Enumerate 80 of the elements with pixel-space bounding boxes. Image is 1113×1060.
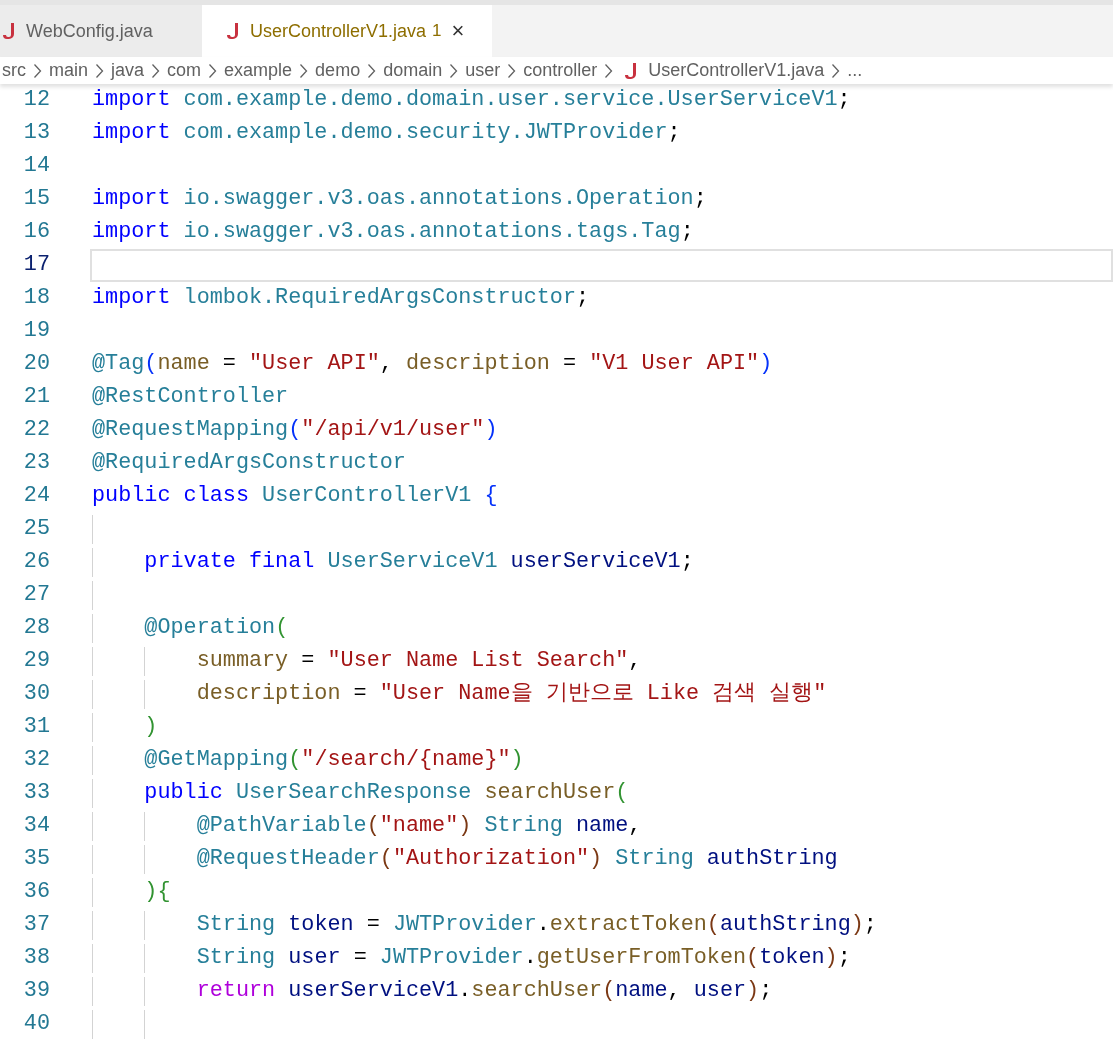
line-number: 33 — [22, 779, 50, 808]
code-line: @RestController — [92, 383, 289, 412]
line-number: 20 — [22, 350, 50, 379]
line-number: 16 — [22, 218, 50, 247]
chevron-right-icon — [604, 62, 614, 79]
java-file-icon — [624, 61, 639, 80]
code-line: ){ — [143, 878, 171, 907]
line-number: 15 — [22, 185, 50, 214]
code-line: @GetMapping("/search/{name}") — [143, 746, 524, 775]
line-number: 31 — [22, 713, 50, 742]
breadcrumb-item[interactable]: domain — [383, 57, 443, 84]
code-line: @Tag(name = "User API", description = "V1 User API") — [92, 350, 773, 379]
breadcrumb-item[interactable]: src — [2, 57, 26, 84]
line-number: 14 — [22, 152, 50, 181]
code-line: @Operation( — [143, 614, 289, 643]
chevron-right-icon — [299, 62, 309, 79]
line-number: 36 — [22, 878, 50, 907]
breadcrumb-item[interactable]: ... — [847, 57, 863, 84]
line-number: 17 — [22, 251, 50, 280]
code-line: import com.example.demo.security.JWTProvider; — [92, 119, 681, 148]
close-button[interactable]: × — [451, 20, 465, 42]
line-number: 30 — [22, 680, 50, 709]
line-number: 38 — [22, 944, 50, 973]
code-line: return userServiceV1.searchUser(name, user); — [195, 977, 773, 1006]
breadcrumb-item[interactable]: UserControllerV1.java — [648, 57, 825, 84]
chevron-right-icon — [151, 62, 161, 79]
line-number: 25 — [22, 515, 50, 544]
code-line: String token = JWTProvider.extractToken(authString); — [195, 911, 877, 940]
line-number: 18 — [22, 284, 50, 313]
chevron-right-icon — [449, 62, 459, 79]
code-line: summary = "User Name List Search", — [195, 647, 642, 676]
editor-tab[interactable]: WebConfig.java — [0, 5, 202, 57]
breadcrumb-item[interactable]: com — [167, 57, 202, 84]
code-line: @RequestMapping("/api/v1/user") — [92, 416, 498, 445]
line-number: 29 — [22, 647, 50, 676]
breadcrumb-item[interactable]: user — [465, 57, 501, 84]
chevron-right-icon — [208, 62, 218, 79]
code-line: @PathVariable("name") String name, — [195, 812, 642, 841]
java-file-icon — [226, 22, 240, 40]
line-number: 40 — [22, 1010, 50, 1039]
line-number: 13 — [22, 119, 50, 148]
line-number: 12 — [22, 86, 50, 115]
chevron-right-icon — [831, 62, 841, 79]
chevron-right-icon — [367, 62, 377, 79]
code-line: public class UserControllerV1 { — [92, 482, 498, 511]
code-line: String user = JWTProvider.getUserFromToken(token); — [195, 944, 851, 973]
line-number: 37 — [22, 911, 50, 940]
chevron-right-icon — [33, 62, 42, 79]
breadcrumb-item[interactable]: example — [224, 57, 293, 84]
breadcrumb-item[interactable]: java — [111, 57, 145, 84]
problem-count: 1 — [432, 20, 442, 43]
line-number: 26 — [22, 548, 50, 577]
code-line: import io.swagger.v3.oas.annotations.tags.Tag; — [92, 218, 694, 247]
line-number: 34 — [22, 812, 50, 841]
breadcrumb-item[interactable]: demo — [315, 57, 361, 84]
code-line: import io.swagger.v3.oas.annotations.Operation; — [92, 185, 707, 214]
code-line: public UserSearchResponse searchUser( — [143, 779, 629, 808]
editor-tab[interactable]: UserControllerV1.java 1 × — [202, 5, 492, 57]
line-number: 22 — [22, 416, 50, 445]
line-number: 27 — [22, 581, 50, 610]
code-line: ) — [143, 713, 158, 742]
chevron-right-icon — [507, 62, 517, 79]
line-number: 19 — [22, 317, 50, 346]
code-line: import lombok.RequiredArgsConstructor; — [92, 284, 590, 313]
line-number: 23 — [22, 449, 50, 478]
chevron-right-icon — [95, 62, 104, 79]
line-number: 32 — [22, 746, 50, 775]
code-line: @RequestHeader("Authorization") String authString — [195, 845, 838, 874]
line-number: 24 — [22, 482, 50, 511]
java-file-icon — [2, 22, 16, 40]
line-number: 39 — [22, 977, 50, 1006]
code-line: private final UserServiceV1 userServiceV1; — [143, 548, 694, 577]
line-number: 21 — [22, 383, 50, 412]
line-number: 28 — [22, 614, 50, 643]
code-line: import com.example.demo.domain.user.service.UserServiceV1; — [92, 86, 851, 115]
code-line: description = "User Name을 기반으로 Like 검색 실행" — [195, 680, 827, 709]
line-number: 35 — [22, 845, 50, 874]
code-line: @RequiredArgsConstructor — [92, 449, 406, 478]
breadcrumb-item[interactable]: main — [49, 57, 88, 84]
breadcrumb-item[interactable]: controller — [523, 57, 598, 84]
